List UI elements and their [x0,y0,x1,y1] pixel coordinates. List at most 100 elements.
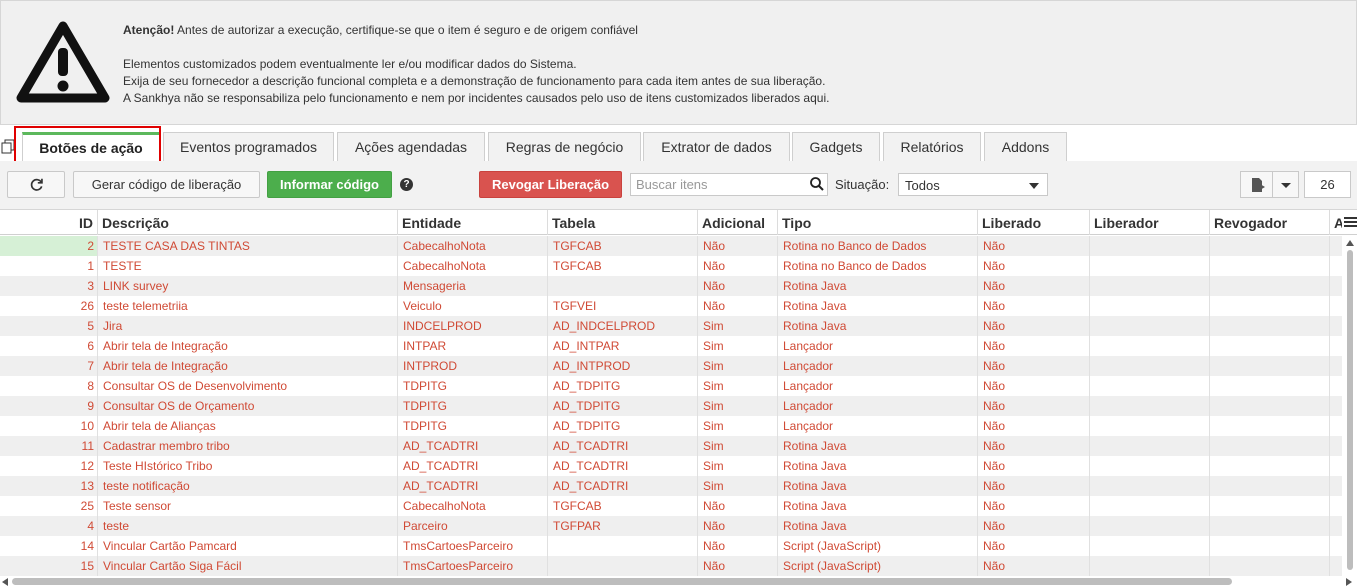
tab-eventos-programados[interactable]: Eventos programados [163,132,334,161]
warning-line-1: Elementos customizados podem eventualmen… [123,57,577,71]
cell-adicional: Sim [698,416,778,436]
tab-gadgets[interactable]: Gadgets [792,132,880,161]
tab-addons[interactable]: Addons [984,132,1067,161]
horizontal-scrollbar[interactable] [0,576,1357,588]
table-row[interactable]: 6 Abrir tela de Integração INTPAR AD_INT… [0,336,1342,356]
cell-revogador [1210,236,1330,256]
col-header-liberador[interactable]: Liberador [1090,210,1210,235]
column-menu-icon[interactable] [1344,216,1357,227]
cell-tabela: AD_INTPAR [548,336,698,356]
table-row[interactable]: 11 Cadastrar membro tribo AD_TCADTRI AD_… [0,436,1342,456]
cell-adicional: Sim [698,476,778,496]
tab-extrator-de-dados[interactable]: Extrator de dados [643,132,790,161]
generate-release-code-button[interactable]: Gerar código de liberação [73,171,260,198]
scroll-left-icon[interactable] [2,578,8,586]
col-header-liberado[interactable]: Liberado [978,210,1090,235]
cell-entidade: AD_TCADTRI [398,476,548,496]
search-input[interactable]: Buscar itens [630,173,828,196]
cell-id: 6 [0,336,98,356]
export-button[interactable] [1240,171,1273,198]
cell-tabela [548,536,698,556]
col-header-tabela[interactable]: Tabela [548,210,698,235]
cell-id: 10 [0,416,98,436]
tab-regras-de-negocio[interactable]: Regras de negócio [488,132,641,161]
cell-id: 12 [0,456,98,476]
cell-liberado: Não [978,436,1090,456]
col-header-a[interactable]: A [1330,210,1342,235]
vertical-scrollbar[interactable] [1343,236,1357,576]
cell-descricao: TESTE [98,256,398,276]
table-row[interactable]: 4 teste Parceiro TGFPAR Não Rotina Java … [0,516,1342,536]
col-header-adicional[interactable]: Adicional [698,210,778,235]
cell-tabela [548,276,698,296]
cell-entidade: TDPITG [398,416,548,436]
cell-liberado: Não [978,536,1090,556]
cell-tabela: TGFCAB [548,496,698,516]
cell-descricao: Consultar OS de Desenvolvimento [98,376,398,396]
tab-acoes-agendadas[interactable]: Ações agendadas [337,132,485,161]
table-row[interactable]: 14 Vincular Cartão Pamcard TmsCartoesPar… [0,536,1342,556]
col-header-revogador[interactable]: Revogador [1210,210,1330,235]
cell-descricao: teste telemetriia [98,296,398,316]
inform-code-button[interactable]: Informar código [267,171,392,198]
help-icon[interactable]: ? [400,178,413,191]
horizontal-scroll-thumb[interactable] [12,578,1232,585]
cell-revogador [1210,496,1330,516]
cell-id: 15 [0,556,98,576]
table-row[interactable]: 12 Teste HIstórico Tribo AD_TCADTRI AD_T… [0,456,1342,476]
revoke-release-button[interactable]: Revogar Liberação [479,171,622,198]
cell-revogador [1210,316,1330,336]
cell-adicional: Não [698,276,778,296]
vertical-scroll-thumb[interactable] [1347,250,1353,570]
col-header-id[interactable]: ID [0,210,98,235]
cell-liberado: Não [978,236,1090,256]
cell-descricao: Vincular Cartão Siga Fácil [98,556,398,576]
table-row[interactable]: 9 Consultar OS de Orçamento TDPITG AD_TD… [0,396,1342,416]
table-row[interactable]: 5 Jira INDCELPROD AD_INDCELPROD Sim Roti… [0,316,1342,336]
cell-entidade: INTPAR [398,336,548,356]
tab-botoes-de-acao[interactable]: Botões de ação [22,132,160,161]
cell-descricao: teste notificação [98,476,398,496]
cell-adicional: Sim [698,356,778,376]
scroll-right-icon[interactable] [1346,578,1352,586]
cell-tipo: Rotina Java [778,436,978,456]
cell-id: 14 [0,536,98,556]
cell-id: 7 [0,356,98,376]
copy-icon[interactable] [1,139,16,154]
cell-adicional: Não [698,536,778,556]
situation-select[interactable]: Todos [898,173,1048,196]
table-row[interactable]: 8 Consultar OS de Desenvolvimento TDPITG… [0,376,1342,396]
table-row[interactable]: 15 Vincular Cartão Siga Fácil TmsCartoes… [0,556,1342,576]
refresh-button[interactable] [7,171,65,198]
chevron-down-icon [1029,183,1039,189]
grid-header: ID Descrição Entidade Tabela Adicional T… [0,209,1357,235]
cell-tipo: Lançador [778,376,978,396]
table-row[interactable]: 2 TESTE CASA DAS TINTAS CabecalhoNota TG… [0,236,1342,256]
table-row[interactable]: 10 Abrir tela de Alianças TDPITG AD_TDPI… [0,416,1342,436]
table-row[interactable]: 7 Abrir tela de Integração INTPROD AD_IN… [0,356,1342,376]
col-header-tipo[interactable]: Tipo [778,210,978,235]
cell-adicional: Não [698,516,778,536]
cell-id: 5 [0,316,98,336]
cell-liberado: Não [978,316,1090,336]
tab-relatorios[interactable]: Relatórios [883,132,981,161]
cell-entidade: INTPROD [398,356,548,376]
table-row[interactable]: 13 teste notificação AD_TCADTRI AD_TCADT… [0,476,1342,496]
cell-tabela: TGFVEI [548,296,698,316]
table-row[interactable]: 3 LINK survey Mensageria Não Rotina Java… [0,276,1342,296]
table-row[interactable]: 25 Teste sensor CabecalhoNota TGFCAB Não… [0,496,1342,516]
cell-entidade: AD_TCADTRI [398,436,548,456]
page-size-input[interactable]: 26 [1304,171,1351,198]
table-row[interactable]: 1 TESTE CabecalhoNota TGFCAB Não Rotina … [0,256,1342,276]
col-header-descricao[interactable]: Descrição [98,210,398,235]
cell-descricao: Jira [98,316,398,336]
cell-revogador [1210,436,1330,456]
col-header-entidade[interactable]: Entidade [398,210,548,235]
cell-revogador [1210,296,1330,316]
export-dropdown-button[interactable] [1272,171,1299,198]
cell-descricao: LINK survey [98,276,398,296]
cell-liberador [1090,496,1210,516]
scroll-up-icon[interactable] [1346,240,1354,246]
table-row[interactable]: 26 teste telemetriia Veiculo TGFVEI Não … [0,296,1342,316]
search-icon[interactable] [809,176,825,192]
